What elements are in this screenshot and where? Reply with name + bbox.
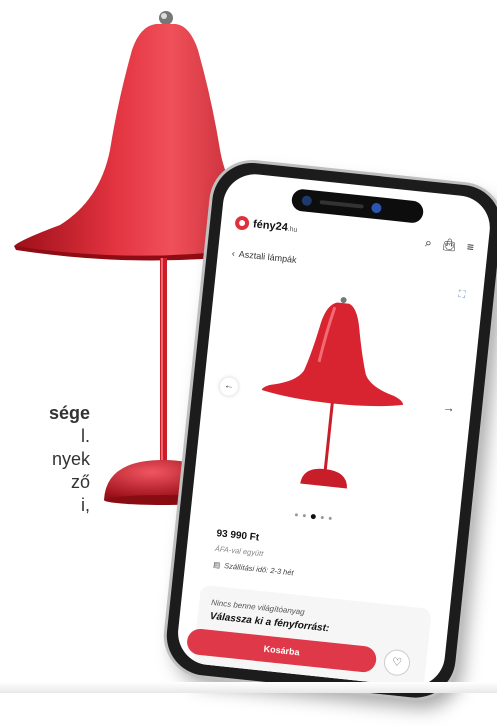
carousel-dot[interactable]	[294, 513, 299, 517]
dynamic-island	[290, 188, 425, 224]
logo-name: fény24	[252, 218, 289, 234]
shipping-text: Szállítási idő: 2-3 hét	[223, 561, 295, 578]
carousel-dots	[294, 512, 332, 521]
breadcrumb[interactable]: ‹ Asztali lámpák	[231, 248, 297, 265]
zoom-icon[interactable]: ⛶	[454, 288, 469, 303]
shipping-info: ▤ Szállítási idő: 2-3 hét	[213, 560, 294, 577]
vat-note: ÁFA-val együtt	[214, 544, 264, 559]
product-price: 93 990 Ft	[215, 528, 260, 544]
sensor-icon	[370, 202, 382, 214]
breadcrumb-label: Asztali lámpák	[238, 248, 298, 265]
truck-icon: ▤	[212, 559, 221, 570]
carousel-dot[interactable]	[302, 514, 307, 518]
speaker-bar	[319, 200, 364, 209]
bottom-shadow	[0, 682, 497, 693]
carousel-dot-active[interactable]	[310, 513, 317, 520]
shopping-bag-icon[interactable]: 👜︎	[441, 237, 458, 253]
chevron-left-icon: ‹	[231, 248, 236, 259]
camera-icon	[301, 195, 313, 207]
phone-mockup: fény24.hu ⌕ 👜︎ ≡ ‹ Asztali lámpák ⛶ ← → …	[153, 154, 497, 726]
header-actions: ⌕ 👜︎ ≡	[424, 235, 474, 255]
phone-frame: fény24.hu ⌕ 👜︎ ≡ ‹ Asztali lámpák ⛶ ← → …	[162, 159, 497, 702]
search-icon[interactable]: ⌕	[424, 235, 432, 250]
carousel-dot[interactable]	[328, 516, 332, 521]
logo-domain: .hu	[287, 225, 298, 234]
site-logo[interactable]: fény24.hu	[234, 215, 298, 235]
phone-screen: fény24.hu ⌕ 👜︎ ≡ ‹ Asztali lámpák ⛶ ← → …	[174, 171, 493, 690]
logo-mark-icon	[234, 215, 250, 231]
arrow-left-icon[interactable]: ←	[219, 376, 239, 397]
product-image	[261, 297, 403, 489]
carousel-dot[interactable]	[320, 515, 324, 520]
logo-text: fény24.hu	[252, 218, 298, 235]
arrow-right-icon[interactable]: →	[442, 400, 455, 415]
menu-icon[interactable]: ≡	[466, 240, 474, 255]
